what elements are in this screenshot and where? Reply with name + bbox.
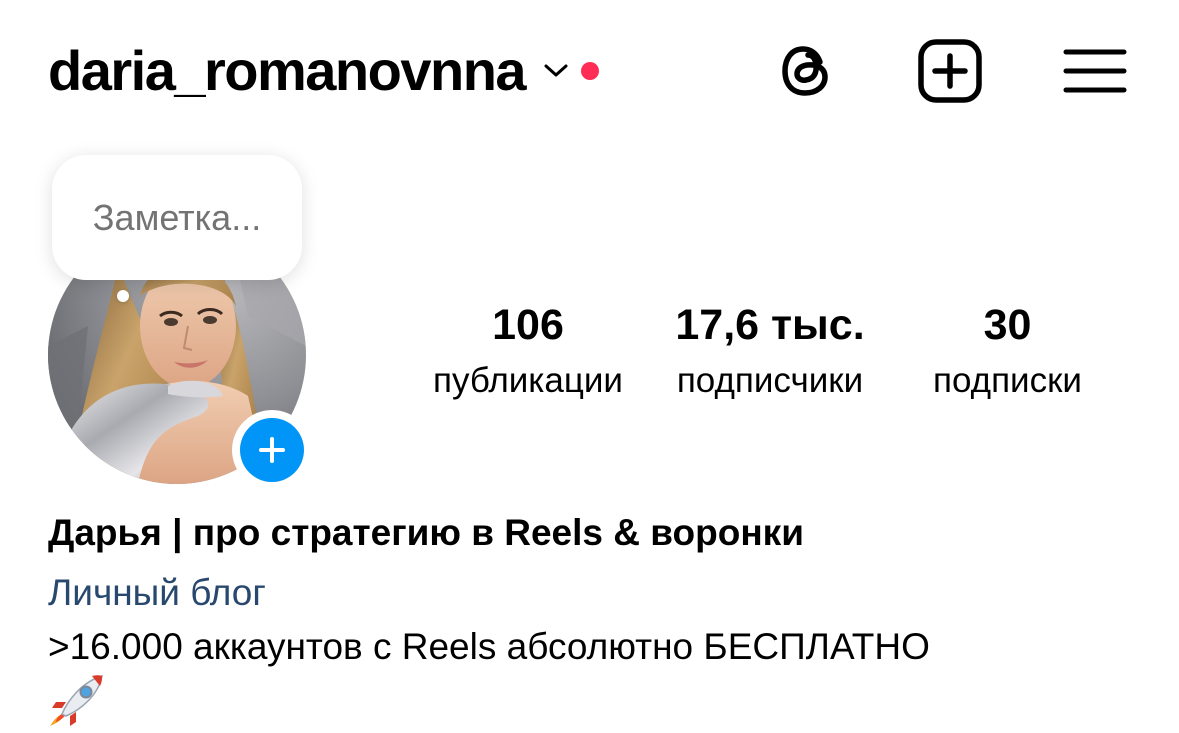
plus-icon bbox=[240, 418, 304, 482]
following-count: 30 bbox=[983, 301, 1032, 349]
notification-dot-icon bbox=[581, 62, 600, 80]
stat-followers[interactable]: 17,6 тыс. подписчики bbox=[655, 296, 885, 408]
posts-label: публикации bbox=[433, 361, 623, 400]
followers-count: 17,6 тыс. bbox=[675, 301, 865, 349]
hamburger-menu-icon[interactable] bbox=[1060, 36, 1130, 106]
profile-display-name: Дарья | про стратегию в Reels & воронки bbox=[48, 512, 804, 553]
profile-category: Личный блог bbox=[48, 572, 266, 613]
note-bubble[interactable]: Заметка... bbox=[52, 155, 302, 280]
username: daria_romanovnna bbox=[48, 39, 527, 102]
account-switcher[interactable]: daria_romanovnna bbox=[48, 36, 600, 106]
followers-label: подписчики bbox=[676, 361, 864, 400]
rocket-emoji-icon bbox=[48, 672, 106, 728]
stat-posts[interactable]: 106 публикации bbox=[418, 296, 638, 408]
profile-header: daria_romanovnna bbox=[0, 0, 1179, 140]
profile-bio-text: >16.000 аккаунтов с Reels абсолютно БЕСП… bbox=[48, 626, 930, 667]
stat-following[interactable]: 30 подписки bbox=[905, 296, 1110, 408]
threads-icon[interactable] bbox=[772, 36, 842, 106]
add-story-button[interactable] bbox=[232, 410, 312, 490]
chevron-down-icon[interactable] bbox=[541, 56, 571, 86]
posts-count: 106 bbox=[492, 301, 564, 349]
following-label: подписки bbox=[933, 361, 1082, 400]
note-tail bbox=[117, 290, 129, 302]
note-placeholder: Заметка... bbox=[92, 196, 262, 238]
create-post-icon[interactable] bbox=[915, 36, 985, 106]
